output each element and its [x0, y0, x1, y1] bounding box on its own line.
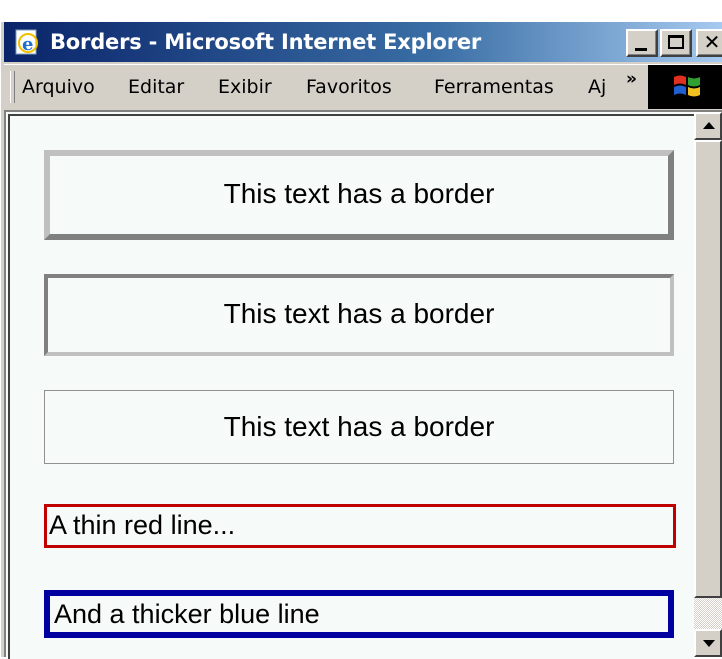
brand-logo	[648, 65, 722, 109]
page-viewport: This text has a border This text has a b…	[4, 110, 722, 659]
menu-item-exibir[interactable]: Exibir	[218, 73, 272, 101]
outset-border-box: This text has a border	[44, 150, 674, 240]
window-title: Borders - Microsoft Internet Explorer	[50, 30, 482, 54]
close-button[interactable]: ✕	[696, 29, 722, 57]
arrow-up-icon	[703, 122, 715, 129]
vertical-scrollbar[interactable]	[694, 112, 722, 657]
thin-border-box: This text has a border	[44, 390, 674, 464]
red-line-box: A thin red line...	[44, 504, 676, 548]
maximize-icon	[668, 35, 684, 49]
svg-text:e: e	[22, 34, 33, 55]
scroll-down-button[interactable]	[694, 629, 722, 657]
menu-item-editar[interactable]: Editar	[128, 73, 184, 101]
blue-line-box: And a thicker blue line	[44, 590, 674, 638]
screen-top-strip	[0, 0, 722, 22]
title-bar[interactable]: e Borders - Microsoft Internet Explorer …	[4, 22, 722, 62]
toolbar-grip[interactable]	[10, 71, 15, 103]
menu-bar: Arquivo Editar Exibir Favoritos Ferramen…	[4, 64, 722, 109]
inset-border-box: This text has a border	[44, 274, 674, 356]
arrow-down-icon	[703, 640, 715, 647]
close-icon: ✕	[703, 30, 721, 54]
menu-item-arquivo[interactable]: Arquivo	[22, 73, 95, 101]
maximize-button[interactable]	[660, 29, 692, 57]
ie-page-icon: e	[12, 28, 42, 56]
windows-flag-icon	[672, 73, 702, 99]
scrollbar-thumb[interactable]	[694, 140, 722, 598]
menu-item-favoritos[interactable]: Favoritos	[306, 73, 392, 101]
scroll-up-button[interactable]	[694, 112, 722, 140]
menu-item-ajuda[interactable]: Aj	[588, 73, 606, 101]
minimize-button[interactable]	[626, 29, 658, 57]
menu-overflow-chevron-icon[interactable]: »	[626, 69, 637, 89]
minimize-icon	[635, 48, 647, 51]
page-content[interactable]: This text has a border This text has a b…	[8, 114, 694, 659]
menu-item-ferramentas[interactable]: Ferramentas	[434, 73, 554, 101]
